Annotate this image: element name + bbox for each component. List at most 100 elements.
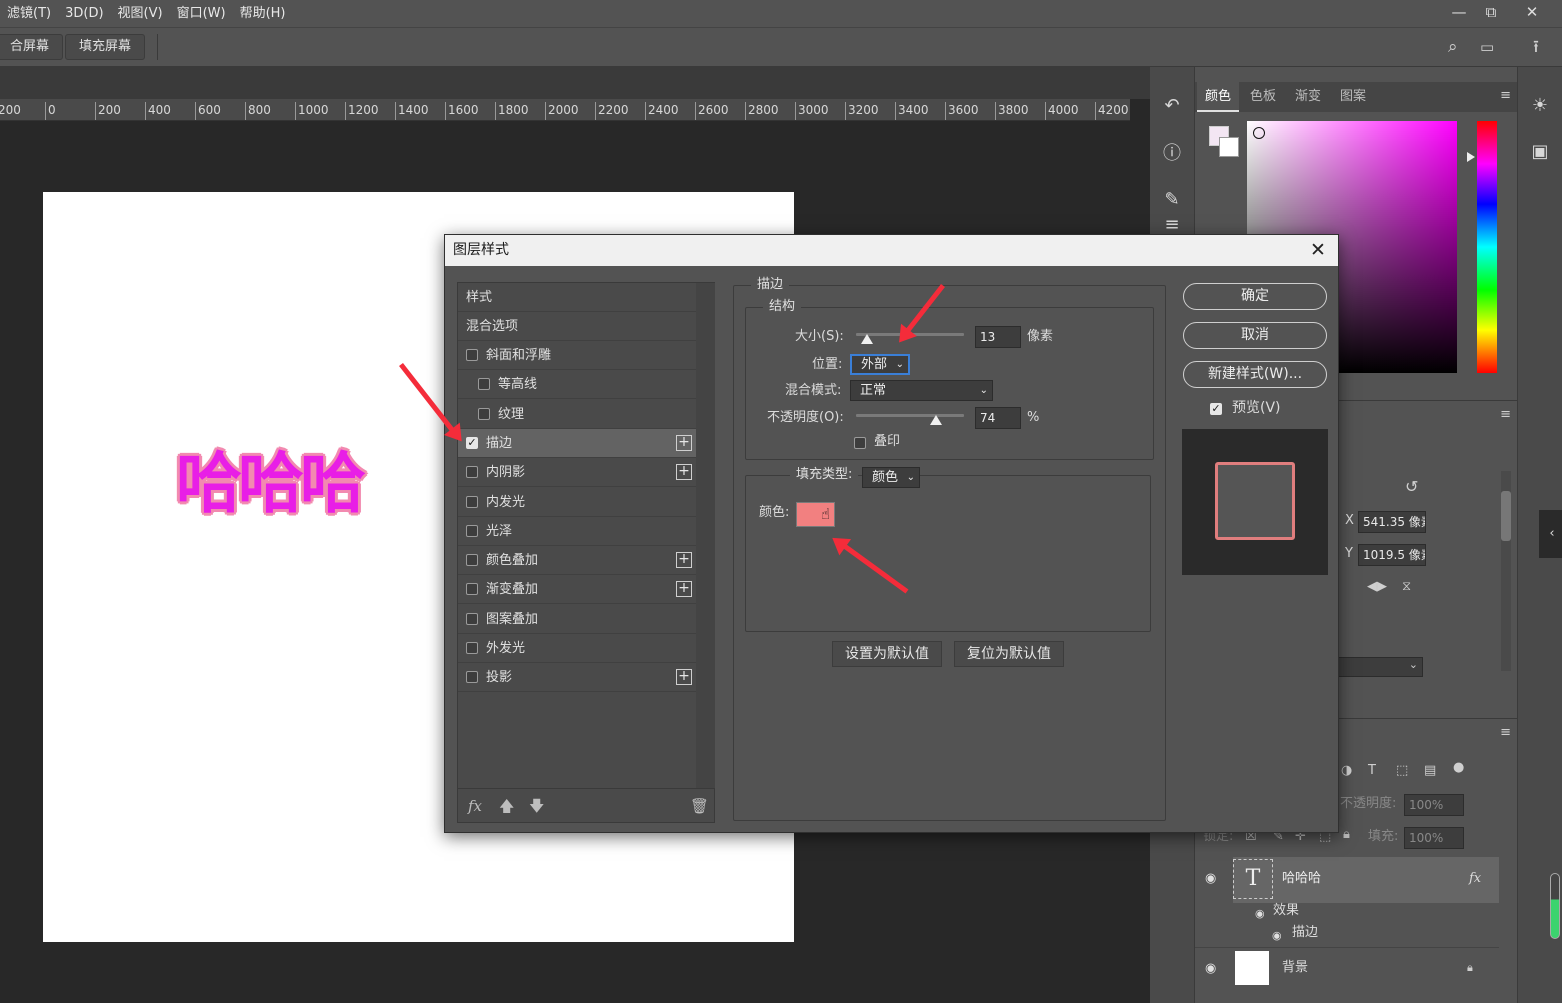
lightbulb-icon[interactable]: ☀: [1525, 91, 1555, 121]
hue-marker[interactable]: [1467, 152, 1475, 162]
set-default-button[interactable]: 设置为默认值: [832, 641, 942, 667]
background-layer-name[interactable]: 背景: [1282, 958, 1308, 978]
tab-gradients[interactable]: 渐变: [1287, 82, 1329, 112]
minimize-button[interactable]: —: [1441, 0, 1477, 25]
fill-input[interactable]: 100%: [1404, 827, 1464, 849]
panel-menu-icon[interactable]: ≡: [1500, 88, 1511, 103]
style-item-checkbox[interactable]: [466, 495, 478, 508]
fx-badge[interactable]: fx: [1469, 869, 1481, 889]
reset-icon[interactable]: ↺: [1405, 477, 1418, 496]
size-input[interactable]: 13: [975, 326, 1021, 348]
new-style-button[interactable]: 新建样式(W)...: [1183, 361, 1327, 388]
properties-dropdown[interactable]: ⌄: [1335, 657, 1423, 677]
style-item[interactable]: 斜面和浮雕: [458, 341, 696, 370]
search-icon[interactable]: ⌕: [1448, 36, 1458, 58]
restore-button[interactable]: ⧉: [1473, 0, 1509, 25]
ok-button[interactable]: 确定: [1183, 283, 1327, 310]
style-item[interactable]: ✓ 描边 +: [458, 428, 696, 458]
info-icon[interactable]: ⓘ: [1157, 139, 1187, 169]
style-item-checkbox[interactable]: [466, 554, 478, 567]
filter-smart-icon[interactable]: ▤: [1424, 763, 1436, 778]
blend-mode-select[interactable]: 正常 ⌄: [850, 380, 993, 401]
adjust-icon[interactable]: ≡: [1157, 216, 1187, 234]
opacity-input[interactable]: 100%: [1404, 794, 1464, 816]
menu-window[interactable]: 窗口(W): [170, 0, 233, 27]
opacity-slider-knob[interactable]: [929, 415, 942, 425]
styles-header[interactable]: 样式: [458, 283, 696, 312]
properties-menu-icon[interactable]: ≡: [1500, 407, 1511, 422]
style-item-checkbox[interactable]: [466, 671, 478, 684]
style-item-checkbox[interactable]: [466, 524, 478, 537]
style-list-scrollbar[interactable]: [696, 283, 715, 788]
brush-icon[interactable]: ✎: [1157, 185, 1187, 215]
opacity-input[interactable]: 74: [975, 407, 1021, 429]
style-item[interactable]: 等高线: [458, 370, 696, 400]
opacity-slider-track[interactable]: [856, 414, 964, 417]
filter-adjust-icon[interactable]: ◑: [1341, 763, 1352, 778]
add-style-plus-icon[interactable]: +: [676, 434, 692, 451]
text-layer-name[interactable]: 哈哈哈: [1282, 869, 1321, 889]
flip-vertical-icon[interactable]: ⧖: [1402, 579, 1411, 594]
background-swatch[interactable]: [1219, 137, 1239, 157]
add-style-plus-icon[interactable]: +: [676, 552, 692, 569]
layers-menu-icon[interactable]: ≡: [1500, 725, 1511, 740]
style-item-checkbox[interactable]: [478, 407, 490, 420]
flip-horizontal-icon[interactable]: ◀▶: [1367, 579, 1387, 594]
menu-3d[interactable]: 3D(D): [58, 0, 110, 27]
workspace-icon[interactable]: ▭: [1480, 36, 1494, 58]
fx-menu-icon[interactable]: fx: [468, 797, 482, 815]
style-item[interactable]: 光泽: [458, 517, 696, 546]
move-up-icon[interactable]: 🡅︎: [499, 797, 514, 815]
filter-toggle-icon[interactable]: ●: [1453, 760, 1464, 775]
eye-icon[interactable]: ◉: [1205, 871, 1216, 886]
style-item-checkbox[interactable]: [466, 349, 478, 361]
style-item-checkbox[interactable]: [466, 583, 478, 596]
add-style-plus-icon[interactable]: +: [676, 464, 692, 481]
properties-scrollbar[interactable]: [1501, 471, 1511, 671]
style-item-checkbox[interactable]: [478, 378, 490, 391]
x-input[interactable]: 541.35 像素: [1358, 511, 1426, 533]
style-item[interactable]: 渐变叠加 +: [458, 575, 696, 605]
tab-color[interactable]: 颜色: [1197, 82, 1240, 112]
panel-toggle-icon[interactable]: ▣: [1525, 137, 1555, 167]
lock-all-icon[interactable]: 🔒︎: [1343, 827, 1350, 842]
style-item-checkbox[interactable]: [466, 466, 478, 479]
collapse-arrow-icon[interactable]: ‹: [1539, 510, 1562, 558]
menu-help[interactable]: 帮助(H): [233, 0, 293, 27]
style-item[interactable]: 内发光: [458, 488, 696, 517]
cancel-button[interactable]: 取消: [1183, 322, 1327, 349]
position-select[interactable]: 外部 ⌄: [850, 354, 910, 375]
style-item[interactable]: 投影 +: [458, 663, 696, 693]
share-icon[interactable]: ⭱: [1533, 36, 1539, 58]
color-picker-cursor[interactable]: [1253, 127, 1265, 139]
style-item-checkbox[interactable]: [466, 612, 478, 625]
menu-view[interactable]: 视图(V): [111, 0, 170, 27]
move-down-icon[interactable]: 🡇︎: [529, 797, 544, 815]
hue-slider[interactable]: [1477, 121, 1497, 373]
add-style-plus-icon[interactable]: +: [676, 581, 692, 598]
stroke-eye-icon[interactable]: ◉: [1272, 929, 1282, 942]
fill-screen-button[interactable]: 填充屏幕: [65, 34, 146, 60]
dialog-close-icon[interactable]: ✕: [1306, 239, 1330, 263]
add-style-plus-icon[interactable]: +: [676, 669, 692, 686]
style-item[interactable]: 外发光: [458, 634, 696, 663]
size-slider-knob[interactable]: [860, 334, 873, 344]
menu-filter[interactable]: 滤镜(T): [0, 0, 58, 27]
filter-shape-icon[interactable]: ⬚: [1396, 763, 1408, 778]
tab-swatches[interactable]: 色板: [1242, 82, 1284, 112]
style-item-checkbox[interactable]: [466, 642, 478, 654]
blend-options-item[interactable]: 混合选项: [458, 312, 696, 341]
style-item[interactable]: 纹理: [458, 400, 696, 429]
overprint-checkbox[interactable]: [854, 437, 866, 449]
style-item[interactable]: 图案叠加: [458, 605, 696, 634]
close-window-button[interactable]: ✕: [1514, 0, 1550, 25]
preview-checkbox[interactable]: ✓: [1210, 403, 1222, 415]
history-icon[interactable]: ↶: [1157, 91, 1187, 121]
tab-patterns[interactable]: 图案: [1332, 82, 1374, 112]
style-item-checkbox[interactable]: ✓: [466, 436, 478, 449]
fill-type-select[interactable]: 颜色 ⌄: [862, 467, 920, 488]
filter-type-icon[interactable]: T: [1368, 763, 1376, 778]
fit-screen-button[interactable]: 合屏幕: [0, 34, 64, 60]
effects-eye-icon[interactable]: ◉: [1255, 907, 1265, 920]
background-eye-icon[interactable]: ◉: [1205, 961, 1216, 976]
